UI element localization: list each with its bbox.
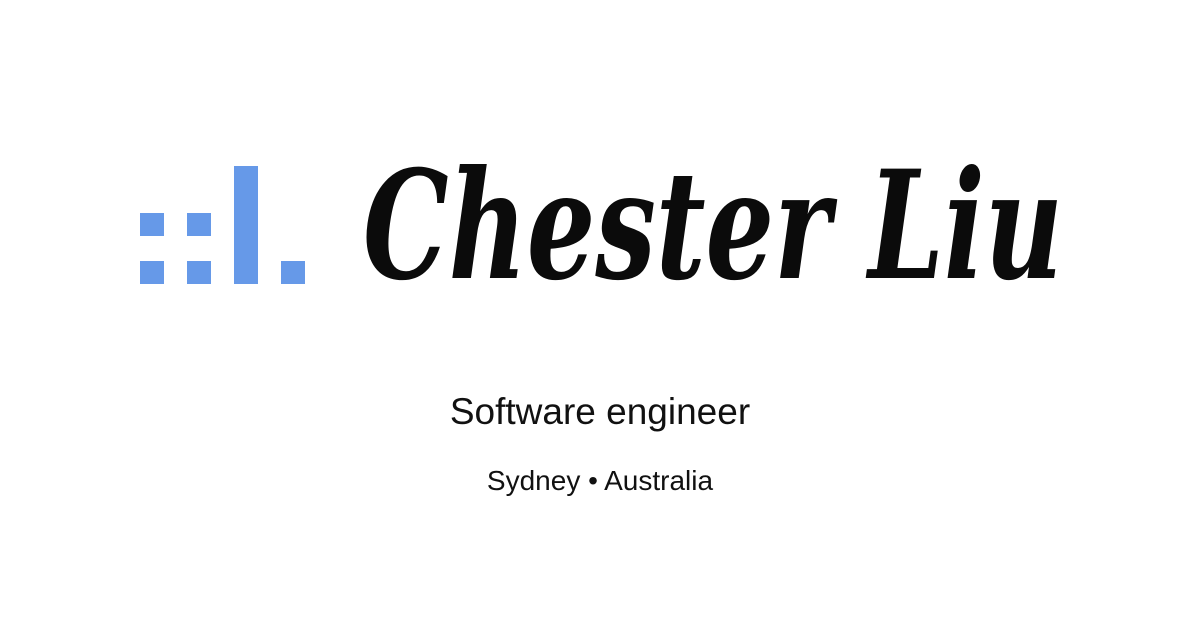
logo-dot bbox=[140, 261, 164, 284]
logo-bar bbox=[234, 166, 258, 284]
logo-dot bbox=[281, 261, 305, 284]
logo-dot bbox=[187, 213, 211, 236]
logo-dot bbox=[187, 261, 211, 284]
name-text: Chester Liu bbox=[363, 138, 1063, 314]
logo-icon bbox=[140, 166, 305, 284]
name-wordmark: Chester Liu bbox=[355, 128, 1075, 328]
logo-dot bbox=[140, 213, 164, 236]
banner: Chester Liu Software engineer Sydney • A… bbox=[0, 0, 1200, 630]
job-title: Software engineer bbox=[449, 391, 751, 432]
location-text: Sydney • Australia bbox=[486, 465, 714, 496]
